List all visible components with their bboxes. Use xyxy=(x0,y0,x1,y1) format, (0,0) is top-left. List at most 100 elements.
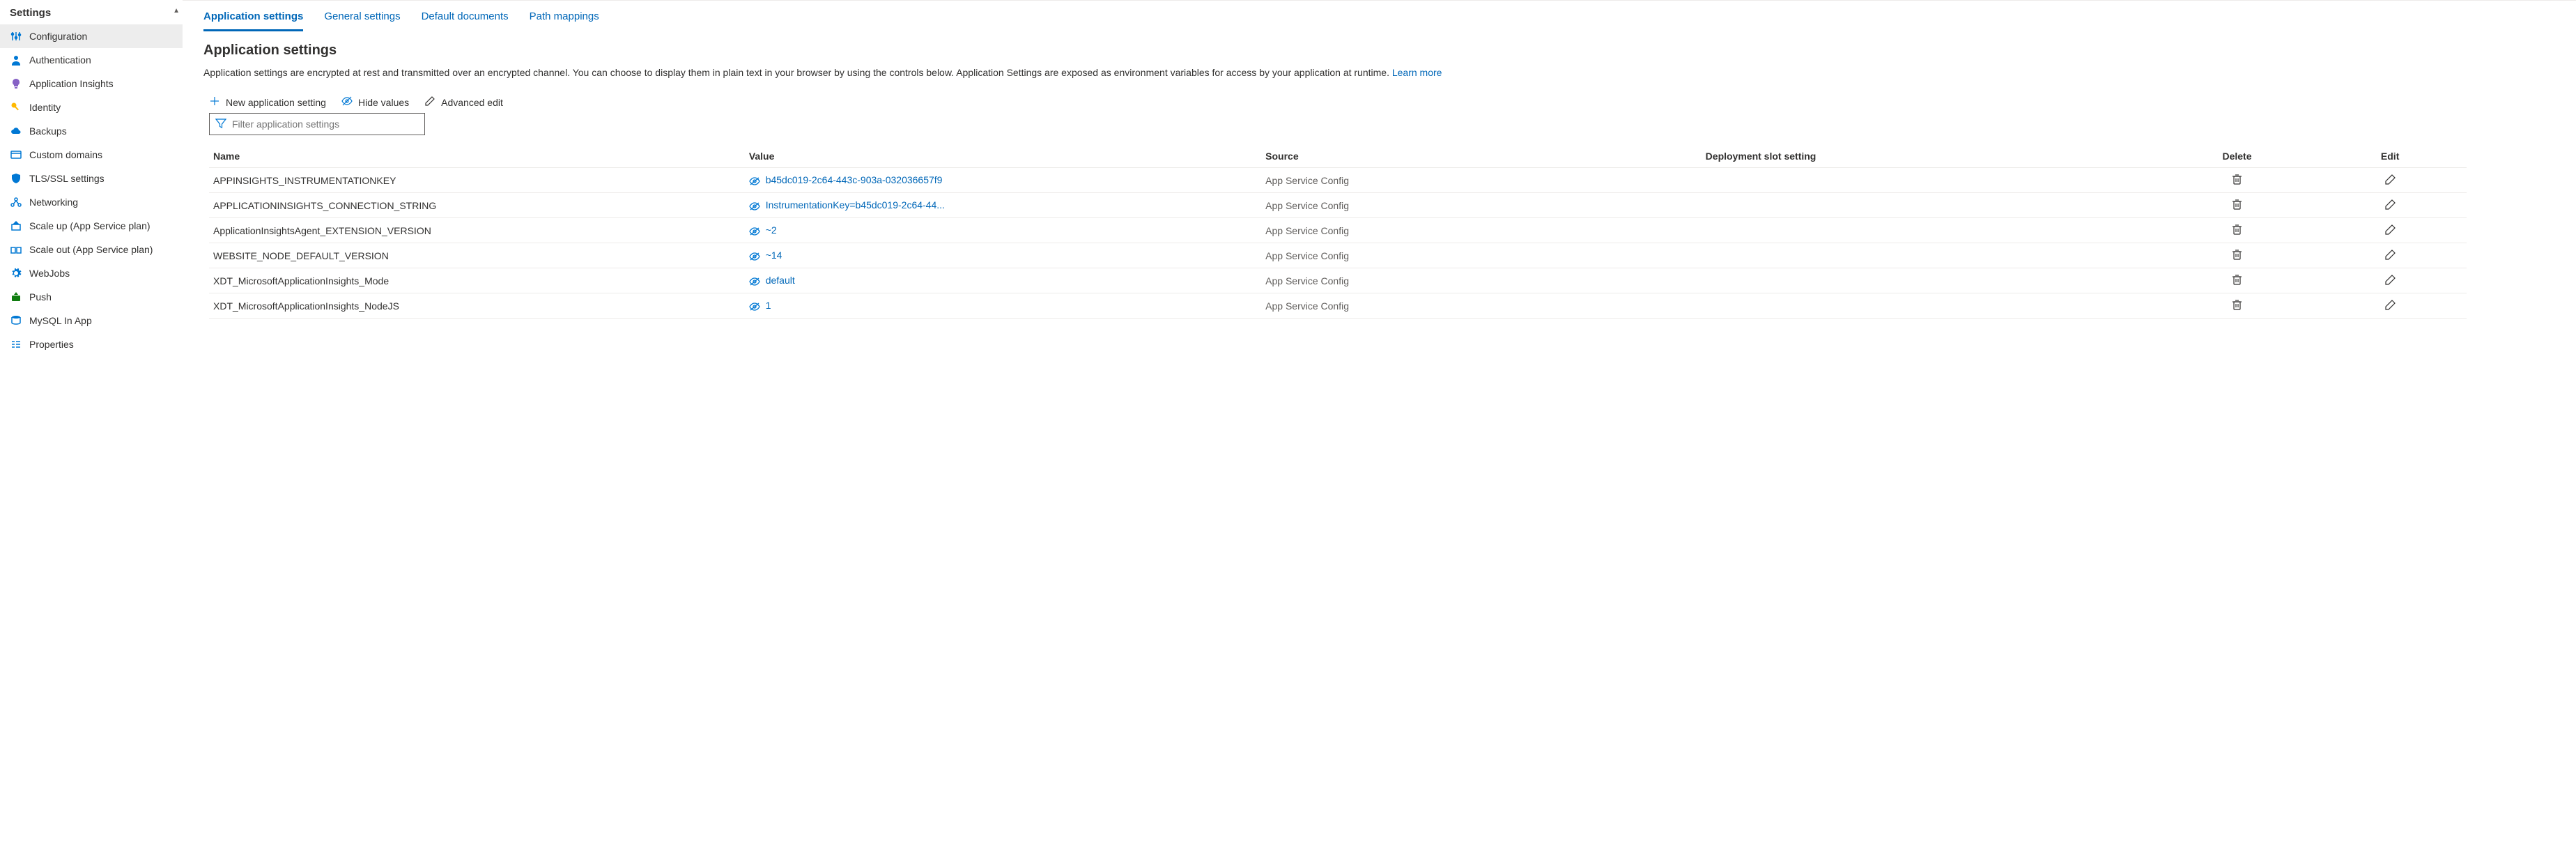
delete-button[interactable] xyxy=(2232,226,2242,237)
props-icon xyxy=(10,338,22,351)
pencil-icon xyxy=(424,95,435,109)
delete-button[interactable] xyxy=(2232,176,2242,187)
edit-button[interactable] xyxy=(2385,201,2396,212)
main-content: Application settings General settings Defa… xyxy=(183,0,2576,356)
reveal-icon xyxy=(749,174,763,185)
edit-button[interactable] xyxy=(2385,301,2396,312)
sidebar-item-networking[interactable]: Networking xyxy=(0,190,183,214)
cell-slot xyxy=(1702,268,2161,293)
sidebar-item-label: Custom domains xyxy=(29,149,102,160)
table-row: WEBSITE_NODE_DEFAULT_VERSION ~14App Serv… xyxy=(209,243,2467,268)
gear-icon xyxy=(10,267,22,280)
cell-name: APPLICATIONINSIGHTS_CONNECTION_STRING xyxy=(209,193,745,218)
cell-value[interactable]: default xyxy=(745,268,1261,293)
tab-path-mappings[interactable]: Path mappings xyxy=(530,10,599,31)
sidebar-item-mysql-in-app[interactable]: MySQL In App xyxy=(0,309,183,332)
edit-button[interactable] xyxy=(2385,226,2396,237)
sidebar-item-label: Application Insights xyxy=(29,78,114,89)
person-icon xyxy=(10,54,22,66)
cell-value[interactable]: InstrumentationKey=b45dc019-2c64-44... xyxy=(745,193,1261,218)
reveal-icon xyxy=(749,199,763,210)
cell-slot xyxy=(1702,193,2161,218)
domain-icon xyxy=(10,148,22,161)
cell-slot xyxy=(1702,218,2161,243)
delete-button[interactable] xyxy=(2232,301,2242,312)
col-source: Source xyxy=(1261,145,1702,168)
sidebar-item-application-insights[interactable]: Application Insights xyxy=(0,72,183,95)
section-heading: Application settings xyxy=(203,43,2555,59)
table-row: APPINSIGHTS_INSTRUMENTATIONKEY b45dc019-… xyxy=(209,168,2467,193)
cell-source: App Service Config xyxy=(1261,218,1702,243)
sidebar-title: Settings xyxy=(0,0,183,24)
sidebar-item-scale-up-app-service-plan-[interactable]: Scale up (App Service plan) xyxy=(0,214,183,238)
sidebar-item-scale-out-app-service-plan-[interactable]: Scale out (App Service plan) xyxy=(0,238,183,261)
sidebar-item-configuration[interactable]: Configuration xyxy=(0,24,183,48)
sidebar-item-backups[interactable]: Backups xyxy=(0,119,183,143)
filter-box[interactable] xyxy=(209,113,425,135)
sidebar-item-label: TLS/SSL settings xyxy=(29,173,105,184)
sidebar-item-identity[interactable]: Identity xyxy=(0,95,183,119)
edit-button[interactable] xyxy=(2385,276,2396,287)
sidebar-item-label: Backups xyxy=(29,125,67,137)
cell-value[interactable]: ~14 xyxy=(745,243,1261,268)
reveal-icon xyxy=(749,300,763,311)
delete-button[interactable] xyxy=(2232,251,2242,262)
plus-icon xyxy=(209,95,220,109)
sidebar-item-push[interactable]: Push xyxy=(0,285,183,309)
cell-value[interactable]: b45dc019-2c64-443c-903a-032036657f9 xyxy=(745,168,1261,193)
cell-name: WEBSITE_NODE_DEFAULT_VERSION xyxy=(209,243,745,268)
tab-application-settings[interactable]: Application settings xyxy=(203,10,303,31)
tabs: Application settings General settings Defa… xyxy=(183,1,2576,31)
edit-button[interactable] xyxy=(2385,176,2396,187)
action-bar: New application setting Hide values Adva… xyxy=(209,95,2555,109)
sidebar-item-label: Networking xyxy=(29,197,78,208)
cell-source: App Service Config xyxy=(1261,243,1702,268)
col-slot: Deployment slot setting xyxy=(1702,145,2161,168)
sidebar-item-label: MySQL In App xyxy=(29,315,92,326)
col-edit: Edit xyxy=(2313,145,2467,168)
sidebar-item-authentication[interactable]: Authentication xyxy=(0,48,183,72)
cell-source: App Service Config xyxy=(1261,193,1702,218)
tab-general-settings[interactable]: General settings xyxy=(324,10,400,31)
advanced-edit-button[interactable]: Advanced edit xyxy=(424,95,503,109)
cloud-icon xyxy=(10,125,22,137)
sidebar-item-tls-ssl-settings[interactable]: TLS/SSL settings xyxy=(0,167,183,190)
sidebar-item-label: Properties xyxy=(29,339,74,350)
sidebar-item-label: Scale out (App Service plan) xyxy=(29,244,153,255)
cell-value[interactable]: ~2 xyxy=(745,218,1261,243)
filter-input[interactable] xyxy=(232,118,419,130)
table-row: APPLICATIONINSIGHTS_CONNECTION_STRING In… xyxy=(209,193,2467,218)
cell-slot xyxy=(1702,168,2161,193)
cell-source: App Service Config xyxy=(1261,168,1702,193)
sidebar-item-custom-domains[interactable]: Custom domains xyxy=(0,143,183,167)
description-text: Application settings are encrypted at re… xyxy=(203,67,1392,78)
sidebar-item-properties[interactable]: Properties xyxy=(0,332,183,356)
filter-icon xyxy=(215,118,226,131)
delete-button[interactable] xyxy=(2232,276,2242,287)
sidebar-item-label: Authentication xyxy=(29,54,91,66)
settings-table: Name Value Source Deployment slot settin… xyxy=(209,145,2467,319)
collapse-icon[interactable]: ▲ xyxy=(173,7,180,15)
tab-default-documents[interactable]: Default documents xyxy=(422,10,509,31)
learn-more-link[interactable]: Learn more xyxy=(1392,67,1442,78)
reveal-icon xyxy=(749,224,763,236)
push-icon xyxy=(10,291,22,303)
cell-slot xyxy=(1702,243,2161,268)
delete-button[interactable] xyxy=(2232,201,2242,212)
section-description: Application settings are encrypted at re… xyxy=(203,66,2555,80)
sidebar-item-label: Scale up (App Service plan) xyxy=(29,220,151,231)
reveal-icon xyxy=(749,250,763,261)
cell-value[interactable]: 1 xyxy=(745,293,1261,319)
new-setting-button[interactable]: New application setting xyxy=(209,95,326,109)
edit-button[interactable] xyxy=(2385,251,2396,262)
cell-name: APPINSIGHTS_INSTRUMENTATIONKEY xyxy=(209,168,745,193)
key-icon xyxy=(10,101,22,114)
col-delete: Delete xyxy=(2161,145,2314,168)
sidebar-item-webjobs[interactable]: WebJobs xyxy=(0,261,183,285)
table-row: ApplicationInsightsAgent_EXTENSION_VERSI… xyxy=(209,218,2467,243)
sidebar-item-label: Configuration xyxy=(29,31,87,42)
reveal-icon xyxy=(749,275,763,286)
new-setting-label: New application setting xyxy=(226,97,326,108)
hide-values-button[interactable]: Hide values xyxy=(341,95,409,109)
cell-name: XDT_MicrosoftApplicationInsights_Mode xyxy=(209,268,745,293)
